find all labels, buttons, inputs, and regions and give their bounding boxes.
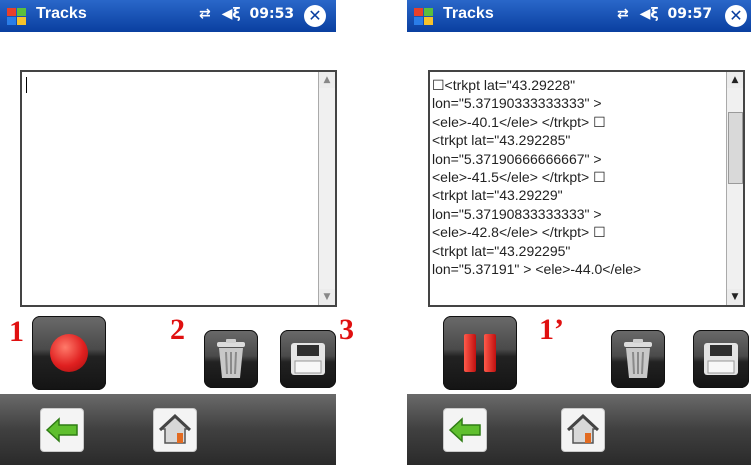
record-button[interactable] bbox=[32, 316, 106, 390]
windows-flag-icon[interactable] bbox=[6, 6, 28, 28]
track-text-line: lon="5.37191" > <ele>-44.0</ele> bbox=[432, 261, 642, 278]
left-device-screen: Tracks ⇄ ◀︎ξ 09:53 ✕ ▲ ▼ 1 2 3 bbox=[0, 0, 354, 465]
annotation-label-3: 3 bbox=[339, 313, 354, 346]
track-text bbox=[24, 76, 317, 305]
connectivity-arrows-icon[interactable]: ⇄ bbox=[617, 6, 629, 22]
app-title: Tracks bbox=[36, 5, 87, 22]
annotation-label-1: 1 bbox=[9, 315, 24, 348]
status-icons[interactable]: ⇄ ◀︎ξ 09:53 bbox=[199, 6, 294, 22]
back-arrow-icon bbox=[45, 417, 78, 443]
clock-time[interactable]: 09:53 bbox=[250, 6, 295, 22]
track-text-line: <trkpt lat="43.292285" bbox=[432, 132, 571, 149]
app-title: Tracks bbox=[443, 5, 494, 22]
home-icon bbox=[567, 413, 599, 444]
status-icons[interactable]: ⇄ ◀︎ξ 09:57 bbox=[617, 6, 712, 22]
connectivity-arrows-icon[interactable]: ⇄ bbox=[199, 6, 211, 22]
trash-can-icon bbox=[217, 339, 245, 378]
floppy-disk-icon bbox=[704, 343, 738, 375]
delete-button[interactable] bbox=[611, 330, 665, 388]
pause-icon bbox=[464, 334, 496, 372]
track-text-area[interactable]: ▲ ▼ bbox=[20, 70, 337, 307]
floppy-disk-icon bbox=[291, 343, 325, 375]
scroll-up-arrow[interactable]: ▲ bbox=[727, 72, 743, 88]
vertical-scrollbar[interactable]: ▲ ▼ bbox=[726, 72, 743, 305]
windows-flag-icon[interactable] bbox=[413, 6, 435, 28]
annotation-label-2: 2 bbox=[170, 313, 185, 346]
home-button[interactable] bbox=[561, 408, 605, 452]
annotation-label-1-prime: 1’ bbox=[539, 313, 564, 346]
scroll-up-arrow[interactable]: ▲ bbox=[319, 72, 335, 88]
title-bar: Tracks ⇄ ◀︎ξ 09:53 ✕ bbox=[0, 0, 336, 32]
delete-button[interactable] bbox=[204, 330, 258, 388]
track-text-area[interactable]: ☐<trkpt lat="43.29228" lon="5.37190333333… bbox=[428, 70, 745, 307]
save-button[interactable] bbox=[280, 330, 336, 388]
speaker-icon[interactable]: ◀︎ξ bbox=[640, 6, 659, 22]
scroll-down-arrow[interactable]: ▼ bbox=[727, 289, 743, 305]
track-text-line: <ele>-40.1</ele> </trkpt> ☐ bbox=[432, 113, 606, 130]
record-icon bbox=[50, 334, 88, 372]
right-device-screen: Tracks ⇄ ◀︎ξ 09:57 ✕ ☐<trkpt lat="43.292… bbox=[407, 0, 751, 465]
pause-button[interactable] bbox=[443, 316, 517, 390]
back-arrow-icon bbox=[448, 417, 481, 443]
title-bar: Tracks ⇄ ◀︎ξ 09:57 ✕ bbox=[407, 0, 751, 32]
track-text-line: <ele>-42.8</ele> </trkpt> ☐ bbox=[432, 224, 606, 241]
track-text-line: ☐<trkpt lat="43.29228" bbox=[432, 77, 576, 93]
vertical-scrollbar[interactable]: ▲ ▼ bbox=[318, 72, 335, 305]
close-icon[interactable]: ✕ bbox=[725, 5, 747, 27]
close-icon[interactable]: ✕ bbox=[304, 5, 326, 27]
trash-can-icon bbox=[624, 339, 652, 378]
save-button[interactable] bbox=[693, 330, 749, 388]
track-text-line: <ele>-41.5</ele> </trkpt> ☐ bbox=[432, 169, 606, 186]
home-icon bbox=[159, 413, 191, 444]
track-text: ☐<trkpt lat="43.29228" lon="5.37190333333… bbox=[432, 76, 725, 305]
track-text-line: <trkpt lat="43.292295" bbox=[432, 242, 571, 259]
back-button[interactable] bbox=[40, 408, 84, 452]
home-button[interactable] bbox=[153, 408, 197, 452]
track-text-line: lon="5.37190333333333" > bbox=[432, 95, 602, 112]
track-text-line: lon="5.37190833333333" > bbox=[432, 205, 602, 222]
track-text-line: <trkpt lat="43.29229" bbox=[432, 187, 563, 204]
track-text-line: lon="5.37190666666667" > bbox=[432, 150, 602, 167]
clock-time[interactable]: 09:57 bbox=[668, 6, 713, 22]
back-button[interactable] bbox=[443, 408, 487, 452]
scroll-thumb[interactable] bbox=[728, 112, 743, 184]
speaker-icon[interactable]: ◀︎ξ bbox=[222, 6, 241, 22]
scroll-down-arrow[interactable]: ▼ bbox=[319, 289, 335, 305]
